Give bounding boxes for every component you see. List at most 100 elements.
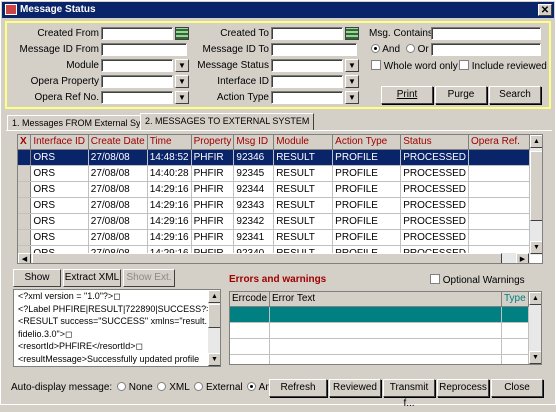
show-xml-button[interactable]: Show XML: [13, 269, 61, 299]
column-header[interactable]: Interface ID: [30, 135, 89, 150]
messages-grid: X Interface ID Create Date Time Property Msg …: [17, 134, 543, 264]
scroll-right-icon[interactable]: ▶: [516, 253, 529, 263]
calendar-icon[interactable]: [345, 27, 359, 40]
column-header[interactable]: Msg ID: [233, 135, 275, 150]
table-cell: PHFIR: [191, 229, 235, 246]
message-id-from-input[interactable]: [101, 43, 187, 56]
h-scroll-thumb[interactable]: [32, 253, 502, 263]
message-status-label: Message Status: [197, 60, 269, 71]
type-header[interactable]: Type: [501, 292, 529, 307]
or-radio[interactable]: [405, 44, 415, 53]
whole-word-checkbox[interactable]: [371, 60, 381, 70]
calendar-icon[interactable]: [175, 27, 189, 40]
table-row[interactable]: ORS 27/08/08 14:29:16 PHFIR 92342 RESULT PROFI…: [18, 213, 530, 230]
xml-line: <?Label PHFIRE|RESULT|722890|SUCCESS?>: [18, 303, 212, 314]
external-radio[interactable]: [194, 382, 204, 391]
table-cell: 27/08/08: [88, 149, 148, 166]
message-status-input[interactable]: [271, 59, 343, 72]
xml-viewer[interactable]: <?xml version = "1.0"?>◻ <?Label PHFIRE|R…: [13, 289, 221, 367]
refresh-button[interactable]: Refresh: [269, 379, 327, 397]
module-input[interactable]: [101, 59, 173, 72]
reviewed-button[interactable]: Reviewed: [329, 379, 381, 397]
msg-contains-input-2[interactable]: [431, 43, 541, 56]
action-type-input[interactable]: [271, 91, 343, 104]
errors-scrollbar[interactable]: ▲ ▼: [529, 292, 541, 364]
include-reviewed-checkbox[interactable]: [459, 60, 469, 70]
scroll-up-icon[interactable]: ▲: [208, 290, 220, 303]
table-cell: 92341: [233, 229, 275, 246]
scroll-left-icon[interactable]: ◀: [18, 253, 31, 263]
error-row[interactable]: [230, 322, 529, 339]
interface-id-input[interactable]: [271, 75, 343, 88]
scroll-thumb[interactable]: [530, 151, 542, 221]
row-header[interactable]: [18, 197, 32, 214]
module-dropdown-icon[interactable]: ▼: [175, 59, 189, 72]
row-header[interactable]: [18, 181, 32, 198]
scroll-down-icon[interactable]: ▼: [530, 241, 542, 254]
xml-line: <?xml version = "1.0"?>◻: [18, 291, 121, 301]
scroll-down-icon[interactable]: ▼: [529, 351, 541, 364]
table-row[interactable]: ORS 27/08/08 14:29:16 PHFIR 92341 RESULT PROFI…: [18, 229, 530, 246]
created-from-label: Created From: [37, 28, 99, 39]
grid-horizontal-scrollbar[interactable]: ◀ ▶: [18, 253, 530, 263]
transmit-button[interactable]: Transmit f...: [383, 379, 435, 409]
optional-warnings-checkbox[interactable]: [430, 274, 440, 284]
table-row[interactable]: ORS 27/08/08 14:29:16 PHFIR 92344 RESULT PROFI…: [18, 181, 530, 198]
print-button[interactable]: Print: [381, 86, 433, 104]
message-status-dropdown-icon[interactable]: ▼: [345, 59, 359, 72]
column-header[interactable]: Action Type: [332, 135, 402, 150]
xml-scrollbar[interactable]: ▲ ▼: [208, 290, 220, 366]
column-header[interactable]: Create Date: [88, 135, 148, 150]
column-header[interactable]: Status: [400, 135, 470, 150]
opera-ref-no-dropdown-icon[interactable]: ▼: [175, 91, 189, 104]
show-ext-button[interactable]: Show Ext.: [123, 269, 175, 287]
column-header[interactable]: Opera Ref.: [468, 135, 530, 150]
scroll-up-icon[interactable]: ▲: [530, 135, 542, 148]
none-radio[interactable]: [116, 382, 126, 391]
table-cell: PROCESSED: [400, 149, 470, 166]
grid-vertical-scrollbar[interactable]: ▲ ▼: [530, 135, 542, 255]
row-header[interactable]: [18, 213, 32, 230]
and-radio[interactable]: [371, 44, 380, 53]
action-type-dropdown-icon[interactable]: ▼: [345, 91, 359, 104]
xml-line: <resultMessage>Successfully updated prof…: [18, 353, 200, 364]
row-header[interactable]: [18, 149, 32, 166]
purge-button[interactable]: Purge: [435, 86, 487, 104]
errcode-header[interactable]: Errcode: [230, 292, 271, 307]
any-radio[interactable]: [247, 382, 257, 391]
created-to-input[interactable]: [271, 27, 343, 40]
table-cell: RESULT: [273, 149, 334, 166]
interface-id-dropdown-icon[interactable]: ▼: [345, 75, 359, 88]
table-row[interactable]: ORS 27/08/08 14:48:52 PHFIR 92346 RESULT PROFI…: [18, 149, 530, 166]
extract-xml-button[interactable]: Extract XML: [63, 269, 121, 287]
error-row[interactable]: [230, 338, 529, 355]
scroll-up-icon[interactable]: ▲: [529, 292, 541, 305]
created-from-input[interactable]: [101, 27, 173, 40]
close-button[interactable]: Close: [491, 379, 543, 397]
opera-ref-no-input[interactable]: [101, 91, 173, 104]
row-header[interactable]: [18, 165, 32, 182]
search-button[interactable]: Search: [489, 86, 541, 104]
error-row[interactable]: [230, 354, 529, 364]
table-row[interactable]: ORS 27/08/08 14:40:28 PHFIR 92345 RESULT PROFI…: [18, 165, 530, 182]
table-cell: PROFILE: [332, 213, 402, 230]
error-row[interactable]: [230, 306, 529, 323]
error-text-header[interactable]: Error Text: [269, 292, 502, 307]
msg-contains-input[interactable]: [431, 27, 541, 40]
opera-property-input[interactable]: [101, 75, 173, 88]
column-header[interactable]: Module: [273, 135, 334, 150]
column-header[interactable]: Property: [191, 135, 235, 150]
xml-radio[interactable]: [157, 382, 167, 391]
close-window-button[interactable]: ✕: [538, 4, 552, 16]
message-id-to-input[interactable]: [271, 43, 357, 56]
column-header[interactable]: Time: [147, 135, 192, 150]
reprocess-button[interactable]: Reprocess: [437, 379, 489, 397]
x-column-header[interactable]: X: [18, 135, 32, 150]
row-header[interactable]: [18, 229, 32, 246]
tab-messages-to[interactable]: 2. MESSAGES TO EXTERNAL SYSTEM: [140, 113, 315, 131]
scroll-down-icon[interactable]: ▼: [208, 353, 220, 366]
scroll-thumb[interactable]: [208, 304, 220, 328]
optional-warnings-label: Optional Warnings: [442, 275, 525, 286]
table-row[interactable]: ORS 27/08/08 14:29:16 PHFIR 92343 RESULT PROFI…: [18, 197, 530, 214]
opera-property-dropdown-icon[interactable]: ▼: [175, 75, 189, 88]
